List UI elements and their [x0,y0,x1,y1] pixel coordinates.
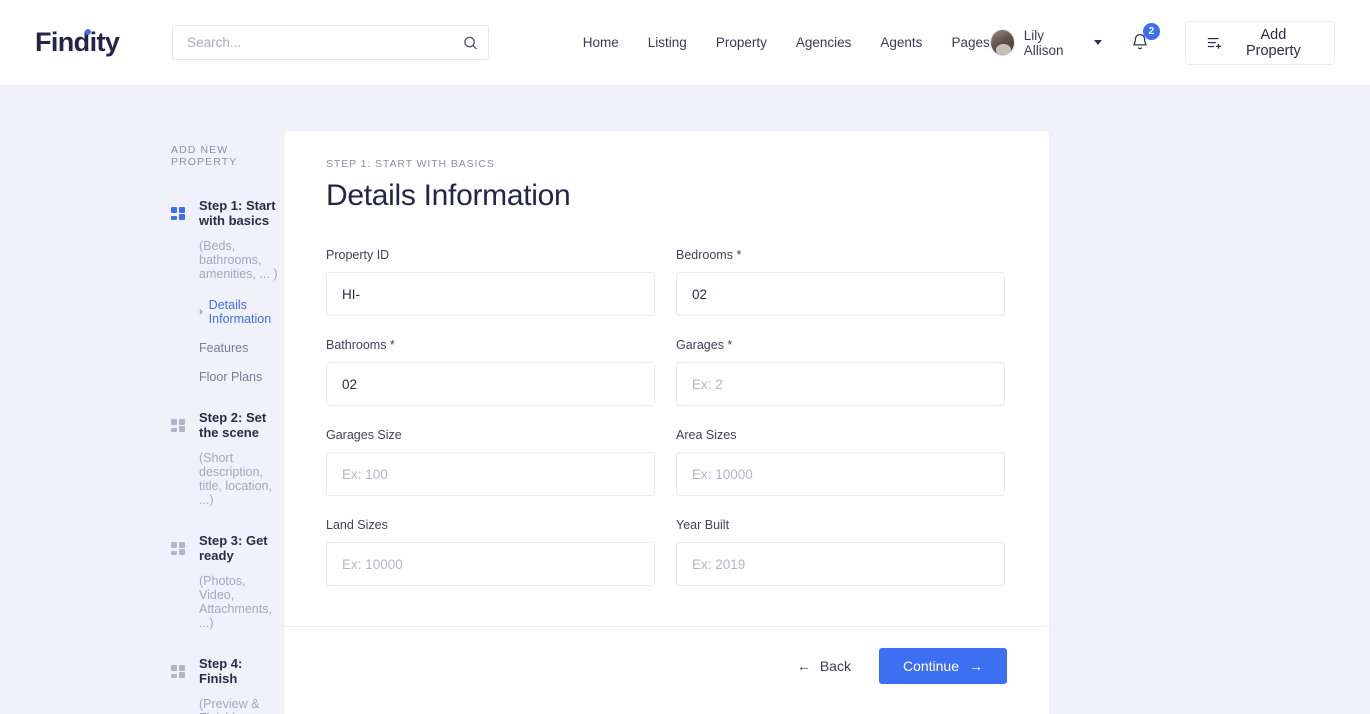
search-box[interactable] [172,25,489,60]
page-body: ADD NEW PROPERTY Step 1: Start with basi… [0,86,1370,714]
back-button[interactable]: ← Back [793,650,855,682]
nav-item-home[interactable]: Home [583,35,619,50]
sidebar-step-4-subtitle: (Preview & Finish) [199,697,284,714]
sidebar-item-label: Details Information [209,298,284,326]
logo-text: Findity [35,27,119,57]
sidebar-item-label: Features [199,341,248,355]
field-label-text: Garages [676,338,724,352]
user-name: Lily Allison [1024,28,1082,58]
card-body: STEP 1: START WITH BASICS Details Inform… [284,131,1049,626]
add-property-label: Add Property [1234,27,1313,59]
field-label-year-built: Year Built [676,518,1005,532]
field-label-land-sizes: Land Sizes [326,518,655,532]
grid-icon [171,542,184,555]
field-label-area-sizes: Area Sizes [676,428,1005,442]
nav-item-pages[interactable]: Pages [951,35,989,50]
card-footer: ← Back Continue → [284,626,1049,704]
field-bathrooms: Bathrooms * [326,338,655,406]
sidebar-item-features[interactable]: Features [199,341,284,355]
continue-button[interactable]: Continue → [879,648,1007,684]
sidebar-step-3-header[interactable]: Step 3: Get ready [171,533,284,563]
sidebar-step-4: Step 4: Finish (Preview & Finish) [171,656,284,714]
app-header: Findity Home Listing Property Agencies A… [0,0,1370,86]
main-nav: Home Listing Property Agencies Agents Pa… [583,35,990,50]
sidebar-step-1-subtitle: (Beds, bathrooms, amenities, ... ) [199,239,284,281]
list-plus-icon [1207,36,1223,50]
logo-dot [85,29,91,35]
field-property-id: Property ID [326,248,655,316]
notifications-button[interactable]: 2 [1130,32,1150,53]
required-marker: * [733,248,741,262]
sidebar-step-2: Step 2: Set the scene (Short description… [171,410,284,507]
field-label-garages-size: Garages Size [326,428,655,442]
land-sizes-input[interactable] [326,542,655,586]
field-label-bathrooms: Bathrooms * [326,338,655,352]
sidebar-step-3-label: Step 3: Get ready [199,533,284,563]
nav-item-agencies[interactable]: Agencies [796,35,852,50]
sidebar-step-1-header[interactable]: Step 1: Start with basics [171,198,284,228]
sidebar-step-1: Step 1: Start with basics (Beds, bathroo… [171,198,284,384]
sidebar-step-2-subtitle: (Short description, title, location, ...… [199,451,284,507]
page-title: Details Information [326,179,1007,213]
continue-label: Continue [903,658,959,674]
avatar [990,29,1015,56]
sidebar-item-floor-plans[interactable]: Floor Plans [199,370,284,384]
field-label-bedrooms: Bedrooms * [676,248,1005,262]
arrow-right-icon: → [969,658,983,674]
area-sizes-input[interactable] [676,452,1005,496]
field-year-built: Year Built [676,518,1005,586]
search-icon[interactable] [463,35,478,50]
sidebar-step-4-header[interactable]: Step 4: Finish [171,656,284,686]
sidebar-item-details-information[interactable]: › Details Information [199,298,284,326]
grid-icon [171,665,184,678]
required-marker: * [386,338,394,352]
field-label-garages: Garages * [676,338,1005,352]
user-menu[interactable]: Lily Allison [990,28,1102,58]
field-label-property-id: Property ID [326,248,655,262]
card-eyebrow: STEP 1: START WITH BASICS [326,158,1007,170]
add-property-button[interactable]: Add Property [1185,21,1335,65]
bathrooms-input[interactable] [326,362,655,406]
nav-item-agents[interactable]: Agents [880,35,922,50]
nav-item-property[interactable]: Property [716,35,767,50]
arrow-left-icon: ← [797,658,811,674]
sidebar-step-2-header[interactable]: Step 2: Set the scene [171,410,284,440]
header-actions: Lily Allison 2 Add Property [990,21,1335,65]
notification-badge: 2 [1143,23,1160,40]
sidebar-step-3-subtitle: (Photos, Video, Attachments, ...) [199,574,284,630]
chevron-down-icon[interactable] [1094,40,1102,45]
garages-input[interactable] [676,362,1005,406]
field-land-sizes: Land Sizes [326,518,655,586]
sidebar-step-1-items: › Details Information Features Floor Pla… [199,298,284,384]
grid-icon [171,419,184,432]
field-area-sizes: Area Sizes [676,428,1005,496]
nav-item-listing[interactable]: Listing [648,35,687,50]
bedrooms-input[interactable] [676,272,1005,316]
field-bedrooms: Bedrooms * [676,248,1005,316]
field-label-text: Bathrooms [326,338,386,352]
chevron-right-icon: › [199,307,203,318]
details-form: Property ID Bedrooms * Bathrooms * [326,248,1007,586]
back-label: Back [820,658,851,674]
sidebar-item-label: Floor Plans [199,370,262,384]
field-label-text: Bedrooms [676,248,733,262]
sidebar-step-1-label: Step 1: Start with basics [199,198,284,228]
field-garages: Garages * [676,338,1005,406]
required-marker: * [724,338,732,352]
search-input[interactable] [172,25,489,60]
sidebar-title: ADD NEW PROPERTY [171,144,284,168]
garages-size-input[interactable] [326,452,655,496]
sidebar-step-4-label: Step 4: Finish [199,656,284,686]
sidebar-step-3: Step 3: Get ready (Photos, Video, Attach… [171,533,284,630]
sidebar-step-2-label: Step 2: Set the scene [199,410,284,440]
grid-icon [171,207,184,220]
details-information-card: STEP 1: START WITH BASICS Details Inform… [284,131,1049,714]
logo[interactable]: Findity [35,27,136,58]
field-garages-size: Garages Size [326,428,655,496]
year-built-input[interactable] [676,542,1005,586]
property-id-input[interactable] [326,272,655,316]
wizard-sidebar: ADD NEW PROPERTY Step 1: Start with basi… [0,144,284,714]
